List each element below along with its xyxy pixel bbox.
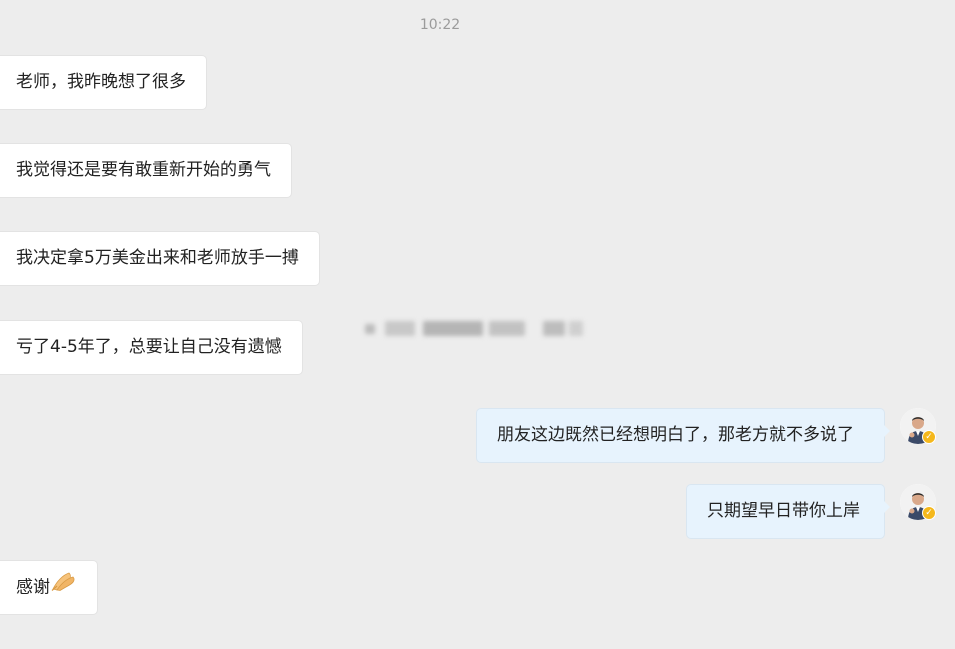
outgoing-message-bubble[interactable]: 朋友这边既然已经想明白了，那老方就不多说了 [477, 409, 890, 462]
message-timestamp: 10:22 [419, 17, 461, 33]
message-text: 我决定拿5万美金出来和老师放手一搏 [16, 248, 299, 268]
message-text: 感谢 [16, 577, 50, 598]
message-text: 朋友这边既然已经想明白了，那老方就不多说了 [497, 425, 854, 445]
message-text: 亏了4-5年了，总要让自己没有遗憾 [16, 337, 282, 357]
blurred-watermark [365, 318, 585, 340]
verified-badge-icon: ✓ [922, 430, 936, 444]
chat-view: 10:22 老师，我昨晚想了很多 我觉得还是要有敢重新开始的勇气 我决定拿5万美… [0, 0, 955, 649]
incoming-message-bubble[interactable]: 感谢 [0, 561, 97, 614]
praying-hands-icon [51, 560, 77, 613]
message-text: 老师，我昨晚想了很多 [16, 72, 186, 92]
incoming-message-bubble[interactable]: 我决定拿5万美金出来和老师放手一搏 [0, 232, 319, 285]
incoming-message-bubble[interactable]: 老师，我昨晚想了很多 [0, 56, 206, 109]
verified-badge-icon: ✓ [922, 506, 936, 520]
message-text: 我觉得还是要有敢重新开始的勇气 [16, 160, 271, 180]
outgoing-message-bubble[interactable]: 只期望早日带你上岸 [687, 485, 890, 538]
incoming-message-bubble[interactable]: 亏了4-5年了，总要让自己没有遗憾 [0, 321, 302, 374]
incoming-message-bubble[interactable]: 我觉得还是要有敢重新开始的勇气 [0, 144, 291, 197]
message-text: 只期望早日带你上岸 [707, 501, 860, 521]
